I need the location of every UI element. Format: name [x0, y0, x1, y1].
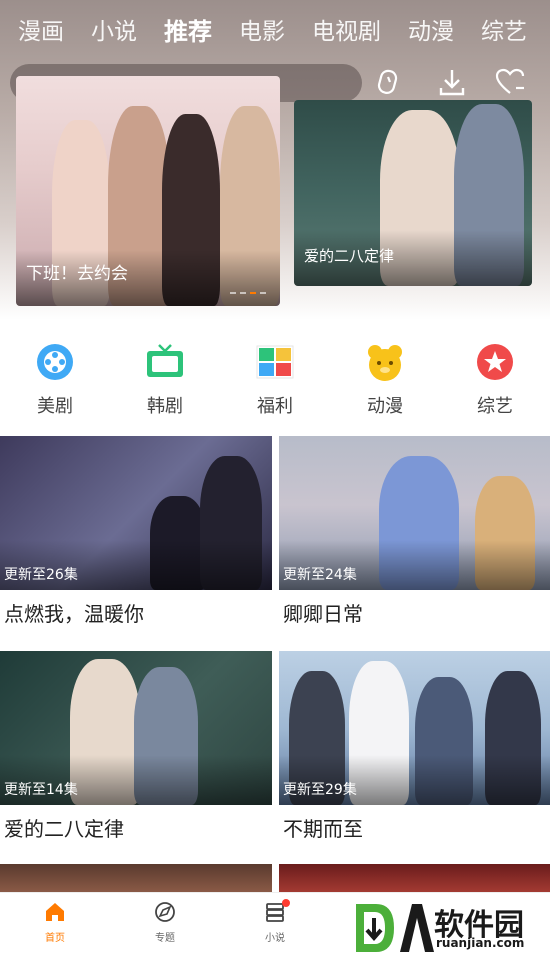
- show-title: 爱的二八定律: [4, 817, 124, 841]
- tab-movie[interactable]: 电影: [239, 12, 285, 46]
- category-label: 动漫: [367, 396, 403, 417]
- nav-label: 专题: [155, 933, 175, 944]
- tab-tv[interactable]: 电视剧: [312, 12, 381, 46]
- banner-main[interactable]: 下班！去约会: [16, 76, 280, 306]
- notification-dot: [282, 899, 290, 907]
- show-card[interactable]: 更新至14集 爱的二八定律: [0, 651, 272, 842]
- favorite-icon[interactable]: [494, 66, 526, 98]
- show-poster[interactable]: [0, 864, 272, 892]
- show-card[interactable]: 更新至26集 点燃我，温暖你: [0, 436, 272, 627]
- gift-grid-icon: [255, 342, 295, 382]
- banner-side[interactable]: 爱的二八定律: [294, 100, 532, 286]
- category-label: 美剧: [37, 396, 73, 417]
- show-poster: 更新至29集: [279, 651, 550, 805]
- bear-face-icon: [365, 342, 405, 382]
- star-badge-icon: [475, 342, 515, 382]
- tab-anime[interactable]: 动漫: [408, 12, 454, 46]
- update-badge: 更新至29集: [283, 782, 357, 798]
- category-anime[interactable]: 动漫: [330, 336, 440, 417]
- tab-novel[interactable]: 小说: [91, 12, 137, 46]
- nav-novel[interactable]: 小说: [220, 893, 330, 960]
- update-badge: 更新至26集: [4, 567, 78, 583]
- banner-side-title: 爱的二八定律: [304, 247, 395, 265]
- category-korean-drama[interactable]: 韩剧: [110, 336, 220, 417]
- show-poster[interactable]: [279, 864, 550, 892]
- watermark: 软件园 ruanjian.com: [346, 898, 546, 958]
- category-label: 综艺: [477, 396, 513, 417]
- nav-home[interactable]: 首页: [0, 893, 110, 960]
- download-icon[interactable]: [436, 66, 468, 98]
- category-label: 韩剧: [147, 396, 183, 417]
- show-title: 点燃我，温暖你: [4, 602, 144, 626]
- category-welfare[interactable]: 福利: [220, 336, 330, 417]
- show-card[interactable]: 更新至29集 不期而至: [279, 651, 550, 842]
- compass-icon: [155, 902, 175, 922]
- category-us-drama[interactable]: 美剧: [0, 336, 110, 417]
- category-variety[interactable]: 综艺: [440, 336, 550, 417]
- tv-icon: [145, 342, 185, 382]
- show-card[interactable]: 更新至24集 卿卿日常: [279, 436, 550, 627]
- tab-variety[interactable]: 综艺: [481, 12, 527, 46]
- show-poster: 更新至26集: [0, 436, 272, 590]
- nav-label: 小说: [265, 933, 285, 944]
- history-icon[interactable]: [372, 66, 404, 98]
- banner-pagination: [230, 292, 266, 294]
- category-label: 福利: [257, 396, 293, 417]
- home-icon: [46, 903, 64, 921]
- update-badge: 更新至24集: [283, 567, 357, 583]
- film-reel-icon: [35, 342, 75, 382]
- watermark-en: ruanjian.com: [436, 936, 525, 950]
- nav-label: 首页: [45, 933, 65, 944]
- banner-main-title: 下班！去约会: [26, 264, 128, 284]
- show-poster: 更新至14集: [0, 651, 272, 805]
- download-logo-icon: [356, 904, 434, 952]
- tab-manhua[interactable]: 漫画: [18, 12, 64, 46]
- category-row: 美剧 韩剧 福利 动漫 综艺: [0, 336, 550, 417]
- show-poster: 更新至24集: [279, 436, 550, 590]
- top-tab-bar: 漫画 小说 推荐 电影 电视剧 动漫 综艺: [0, 0, 550, 58]
- show-title: 不期而至: [283, 817, 363, 841]
- tab-recommend[interactable]: 推荐: [164, 12, 212, 47]
- nav-topics[interactable]: 专题: [110, 893, 220, 960]
- update-badge: 更新至14集: [4, 782, 78, 798]
- show-title: 卿卿日常: [283, 602, 363, 626]
